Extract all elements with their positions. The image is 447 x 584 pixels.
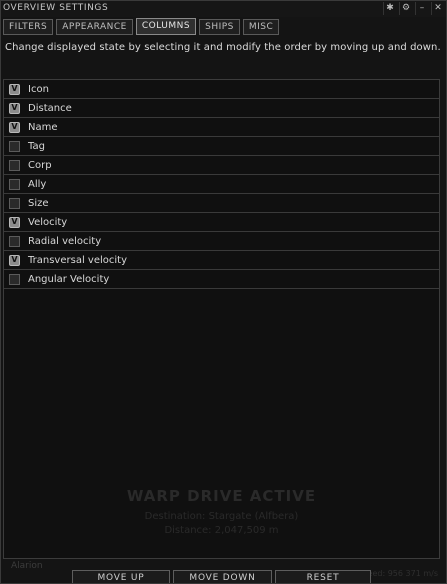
column-row-radial-velocity[interactable]: Radial velocity [4, 232, 439, 251]
checkbox[interactable] [9, 178, 20, 190]
window-title: OVERVIEW SETTINGS [3, 3, 109, 13]
gear-icon[interactable]: ⚙ [399, 2, 412, 15]
checkbox[interactable]: V [9, 121, 20, 133]
column-label: Icon [28, 83, 49, 95]
warp-distance-text: Distance: 2,047,509 m [164, 525, 279, 536]
column-label: Name [28, 121, 58, 133]
tab-appearance[interactable]: APPEARANCE [56, 19, 133, 35]
column-row-ally[interactable]: Ally [4, 175, 439, 194]
column-label: Transversal velocity [28, 254, 127, 266]
title-bar[interactable]: OVERVIEW SETTINGS ✱ ⚙ – ✕ [1, 1, 446, 17]
warp-status-text: WARP DRIVE ACTIVE [126, 487, 317, 505]
warp-destination-text: Destination: Stargate (Alfbera) [144, 511, 299, 522]
tab-bar: FILTERS APPEARANCE COLUMNS SHIPS MISC [3, 18, 280, 35]
tab-misc[interactable]: MISC [242, 19, 280, 35]
checkbox[interactable] [9, 140, 20, 152]
checkbox[interactable]: V [9, 254, 20, 266]
column-row-transversal-velocity[interactable]: V Transversal velocity [4, 251, 439, 270]
pilot-name: Alarion [11, 561, 43, 571]
column-label: Angular Velocity [28, 273, 110, 285]
column-row-size[interactable]: Size [4, 194, 439, 213]
overview-settings-window: OVERVIEW SETTINGS ✱ ⚙ – ✕ FILTERS APPEAR… [0, 0, 447, 584]
tab-ships[interactable]: SHIPS [199, 19, 240, 35]
column-row-tag[interactable]: Tag [4, 137, 439, 156]
checkbox[interactable]: V [9, 216, 20, 228]
checkbox[interactable]: V [9, 102, 20, 114]
tab-filters[interactable]: FILTERS [3, 19, 54, 35]
close-icon[interactable]: ✕ [431, 2, 444, 15]
button-bar: MOVE UP MOVE DOWN RESET COLUMNS [72, 570, 371, 583]
column-label: Radial velocity [28, 235, 102, 247]
reset-columns-button[interactable]: RESET COLUMNS [275, 570, 371, 583]
column-row-icon[interactable]: V Icon [4, 80, 439, 99]
move-down-button[interactable]: MOVE DOWN [173, 570, 272, 583]
column-row-name[interactable]: V Name [4, 118, 439, 137]
column-label: Distance [28, 102, 72, 114]
window-controls: ✱ ⚙ – ✕ [383, 2, 444, 15]
pin-icon[interactable]: ✱ [383, 2, 396, 15]
checkbox[interactable] [9, 235, 20, 247]
column-list: WARP DRIVE ACTIVE Destination: Stargate … [3, 79, 440, 559]
column-label: Tag [28, 140, 45, 152]
checkbox[interactable] [9, 197, 20, 209]
minimize-icon[interactable]: – [415, 2, 428, 15]
column-row-distance[interactable]: V Distance [4, 99, 439, 118]
help-text: Change displayed state by selecting it a… [5, 42, 441, 53]
checkbox[interactable]: V [9, 83, 20, 95]
column-row-corp[interactable]: Corp [4, 156, 439, 175]
move-up-button[interactable]: MOVE UP [72, 570, 170, 583]
column-label: Corp [28, 159, 52, 171]
column-label: Velocity [28, 216, 68, 228]
column-row-velocity[interactable]: V Velocity [4, 213, 439, 232]
column-label: Ally [28, 178, 47, 190]
checkbox[interactable] [9, 273, 20, 285]
column-row-angular-velocity[interactable]: Angular Velocity [4, 270, 439, 289]
column-label: Size [28, 197, 49, 209]
tab-columns[interactable]: COLUMNS [135, 18, 197, 35]
checkbox[interactable] [9, 159, 20, 171]
